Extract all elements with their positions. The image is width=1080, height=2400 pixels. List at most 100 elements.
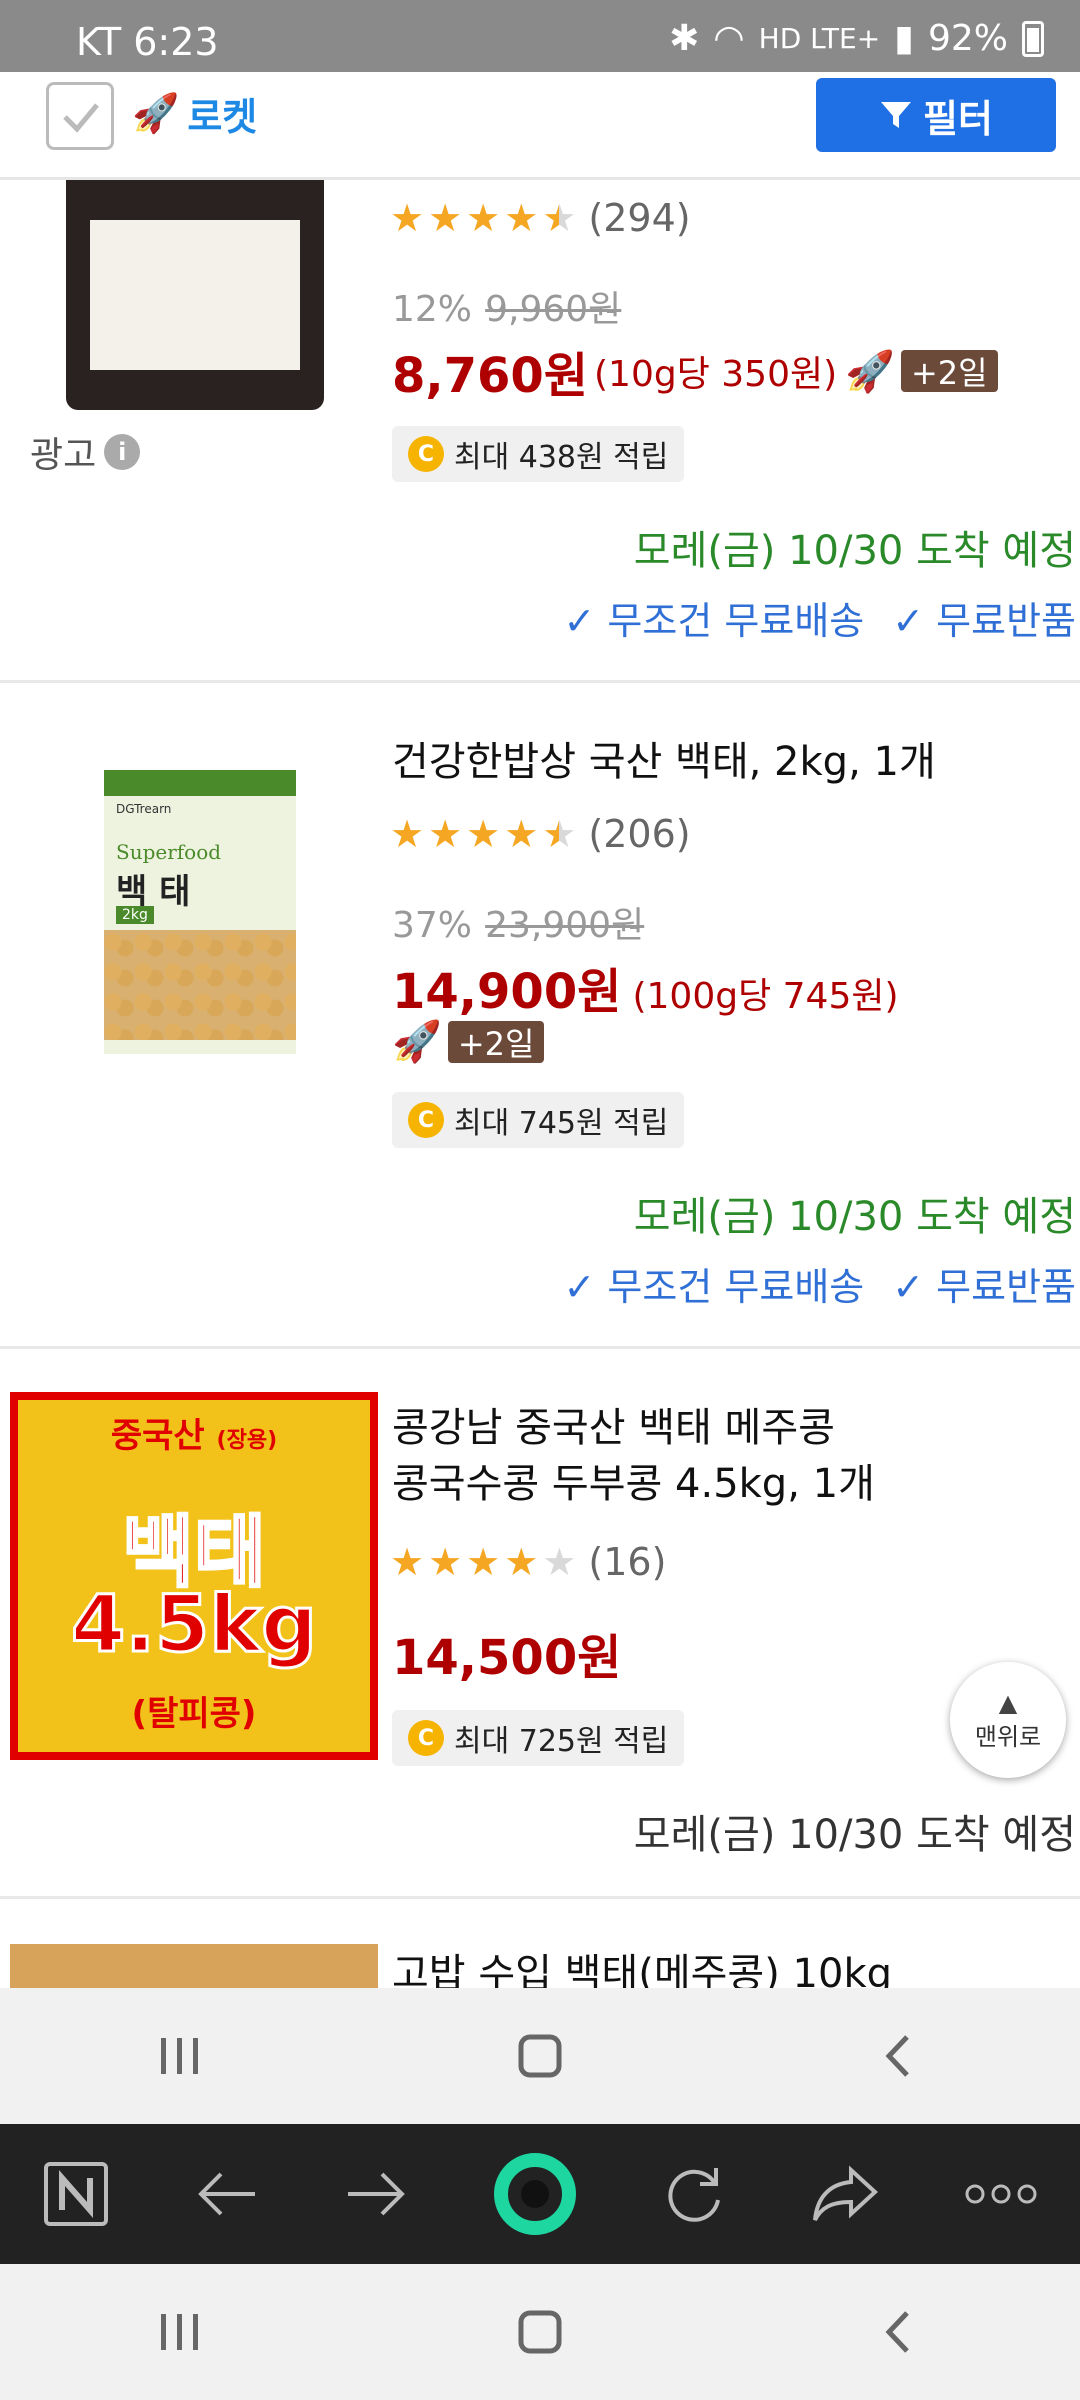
star-icon: ★ [466, 196, 501, 240]
coin-icon: C [408, 1720, 444, 1756]
rocket-delivery-icon: 🚀 [392, 1019, 442, 1065]
image-usage: (장용) [216, 1428, 278, 1453]
carrier-time: KT 6:23 [76, 20, 219, 64]
filter-button[interactable]: 필터 [816, 78, 1056, 152]
coin-icon: C [408, 1102, 444, 1138]
half-star-icon: ★ [542, 196, 577, 240]
product-1-rating: ★ ★ ★ ★ ★ (294) [390, 196, 691, 240]
back-arrow-icon[interactable] [195, 2169, 259, 2219]
product-2-reward: C 최대 745원 적립 [392, 1092, 685, 1148]
reward-text: 최대 745원 적립 [454, 1106, 669, 1141]
more-icon[interactable] [965, 2182, 1037, 2206]
rating-count: (16) [588, 1540, 667, 1584]
share-icon[interactable] [811, 2164, 881, 2224]
rocket-filter-checkbox[interactable] [46, 82, 114, 150]
divider [0, 680, 1080, 683]
product-image-3[interactable]: 중국산 (장용) 백태 4.5kg (탈피콩) [10, 1392, 378, 1760]
product-1-price-row: 8,760원 (10g당 350원) 🚀 +2일 [392, 336, 998, 406]
recent-apps-icon[interactable] [155, 2310, 205, 2354]
product-title[interactable]: 건강한밥상 국산 백태, 2kg, 1개 [392, 734, 936, 790]
wifi-icon: ◠ [713, 18, 745, 59]
filter-label: 필터 [923, 96, 993, 141]
home-icon[interactable] [515, 2307, 565, 2357]
delivery-badge: +2일 [900, 350, 998, 392]
star-icon: ★ [504, 196, 539, 240]
product-title[interactable]: 고밥 수입 백태(메주콩) 10kg [392, 1950, 1078, 1988]
green-dot-icon[interactable] [493, 2152, 577, 2236]
recent-apps-icon[interactable] [155, 2034, 205, 2078]
status-icons: ✱ ◠ HD LTE+ ▮ 92% [669, 18, 1044, 59]
up-arrow-icon: ▲ [998, 1688, 1018, 1717]
rating-count: (294) [588, 196, 691, 240]
bag-label: Superfood [116, 840, 222, 864]
naver-n-icon[interactable] [42, 2160, 110, 2228]
discount-rate: 12% [392, 289, 473, 330]
filter-bar: 🚀 로켓 필터 [0, 72, 1080, 180]
refresh-icon[interactable] [662, 2162, 726, 2226]
star-icon: ★ [466, 1540, 501, 1584]
product-2-rating: ★ ★ ★ ★ ★ (206) [390, 812, 691, 856]
sale-price: 8,760원 [392, 348, 588, 404]
unit-price: (100g당 745원) [632, 976, 899, 1017]
bag-top [104, 770, 296, 796]
bag-size: 2kg [116, 906, 154, 924]
star-icon: ★ [504, 812, 539, 856]
funnel-icon [881, 102, 912, 128]
product-image-4[interactable] [10, 1944, 378, 1988]
bag-brand: DGTrearn [116, 802, 172, 816]
image-type: (탈피콩) [131, 1694, 257, 1734]
image-origin: 중국산 [110, 1416, 205, 1456]
product-2-delivery: 🚀 +2일 [392, 1018, 545, 1065]
rocket-icon: 🚀 [132, 91, 180, 135]
battery-icon [1022, 20, 1044, 57]
rocket-text: 로켓 [187, 95, 258, 139]
star-icon: ★ [428, 812, 463, 856]
forward-arrow-icon[interactable] [344, 2169, 408, 2219]
star-icon: ★ [390, 812, 425, 856]
rating-count: (206) [588, 812, 691, 856]
ad-text: 광고 [30, 435, 97, 476]
reward-text: 최대 725원 적립 [454, 1724, 669, 1759]
free-shipping: ✓ 무조건 무료배송 [563, 599, 865, 643]
product-1-free-badges: ✓ 무조건 무료배송 ✓ 무료반품 [564, 590, 1076, 645]
battery-percent: 92% [927, 18, 1008, 59]
system-nav-bar-bottom [0, 2264, 1080, 2400]
free-return: ✓ 무료반품 [892, 1265, 1076, 1309]
star-icon: ★ [504, 1540, 539, 1584]
arrival-date: 모레(금) 10/30 도착 예정 [633, 1812, 1076, 1858]
product-4-title-clip: 고밥 수입 백태(메주콩) 10kg [392, 1950, 1078, 1988]
divider [0, 1346, 1080, 1349]
arrival-date: 모레(금) 10/30 도착 예정 [633, 1194, 1076, 1240]
product-1-discount-row: 12% 9,960원 [392, 280, 621, 332]
scroll-top-label: 맨위로 [974, 1722, 1042, 1751]
home-icon[interactable] [515, 2031, 565, 2081]
product-image-1[interactable] [66, 180, 324, 410]
arrival-date: 모레(금) 10/30 도착 예정 [633, 528, 1076, 574]
scroll-to-top-button[interactable]: ▲ 맨위로 [950, 1662, 1066, 1778]
coin-icon: C [408, 436, 444, 472]
bluetooth-icon: ✱ [669, 18, 700, 59]
unit-price: (10g당 350원) [594, 354, 838, 395]
back-icon[interactable] [875, 2031, 925, 2081]
product-3-reward: C 최대 725원 적립 [392, 1710, 685, 1766]
info-icon: i [104, 434, 141, 470]
beans-visual [104, 930, 296, 1040]
product-title[interactable]: 콩강남 중국산 백태 메주콩 콩국수콩 두부콩 4.5kg, 1개 [392, 1400, 875, 1512]
sale-price: 14,500원 [392, 1630, 622, 1686]
discount-rate: 37% [392, 905, 473, 946]
ad-label[interactable]: 광고 i [30, 426, 141, 478]
product-image-2[interactable]: DGTrearn Superfood 백 태 2kg [104, 770, 296, 1054]
title-line-1: 콩강남 중국산 백태 메주콩 [392, 1405, 835, 1451]
star-icon: ★ [466, 812, 501, 856]
star-icon: ★ [390, 1540, 425, 1584]
star-icon: ★ [428, 1540, 463, 1584]
rocket-filter-label[interactable]: 🚀 로켓 [132, 86, 257, 141]
back-icon[interactable] [875, 2307, 925, 2357]
product-1-reward: C 최대 438원 적립 [392, 426, 685, 482]
divider [0, 1896, 1080, 1899]
browser-toolbar [0, 2124, 1080, 2264]
check-icon [63, 103, 99, 133]
product-3-price-row: 14,500원 [392, 1618, 621, 1688]
rocket-delivery-icon: 🚀 [845, 348, 895, 395]
reward-text: 최대 438원 적립 [454, 440, 669, 475]
